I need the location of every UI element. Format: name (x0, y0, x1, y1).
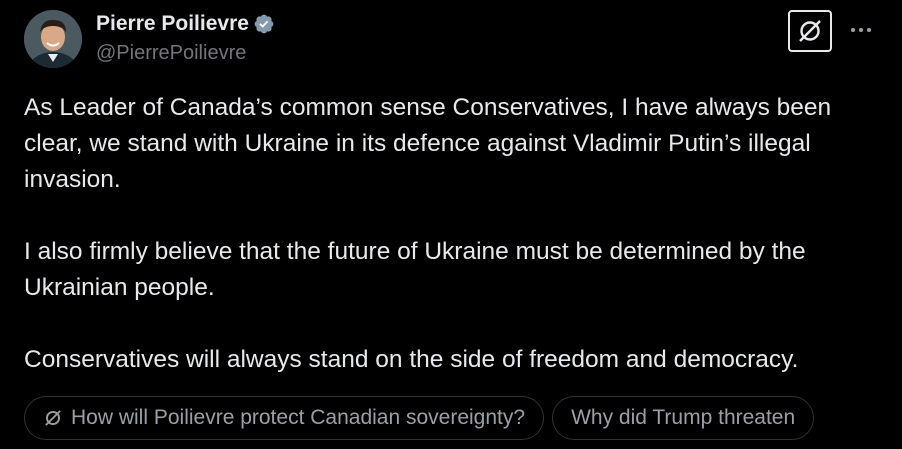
tweet-paragraph: Conservatives will always stand on the s… (24, 346, 799, 373)
tweet-paragraph: As Leader of Canada’s common sense Conse… (24, 94, 832, 193)
tweet-paragraph: I also firmly believe that the future of… (24, 238, 806, 301)
profile-photo (24, 10, 82, 68)
suggestion-chip[interactable]: Why did Trump threaten (552, 396, 815, 440)
more-horizontal-icon (851, 28, 871, 32)
author-name[interactable]: Pierre Poilievre (96, 12, 275, 36)
grok-button[interactable] (788, 10, 832, 52)
author-handle[interactable]: @PierrePoilievre (96, 42, 246, 65)
avatar[interactable] (24, 10, 82, 68)
tweet-text: As Leader of Canada’s common sense Conse… (24, 90, 890, 378)
suggestion-chip[interactable]: How will Poilievre protect Canadian sove… (24, 396, 545, 440)
grok-icon (799, 20, 821, 42)
suggestion-label: How will Poilievre protect Canadian sove… (71, 406, 526, 429)
suggestion-label: Why did Trump threaten (571, 406, 796, 429)
verified-badge-icon (254, 14, 274, 34)
grok-icon (45, 410, 61, 426)
grok-suggestions: How will Poilievre protect Canadian sove… (24, 396, 902, 440)
more-options-button[interactable] (846, 18, 876, 42)
author-name-text: Pierre Poilievre (96, 12, 249, 35)
